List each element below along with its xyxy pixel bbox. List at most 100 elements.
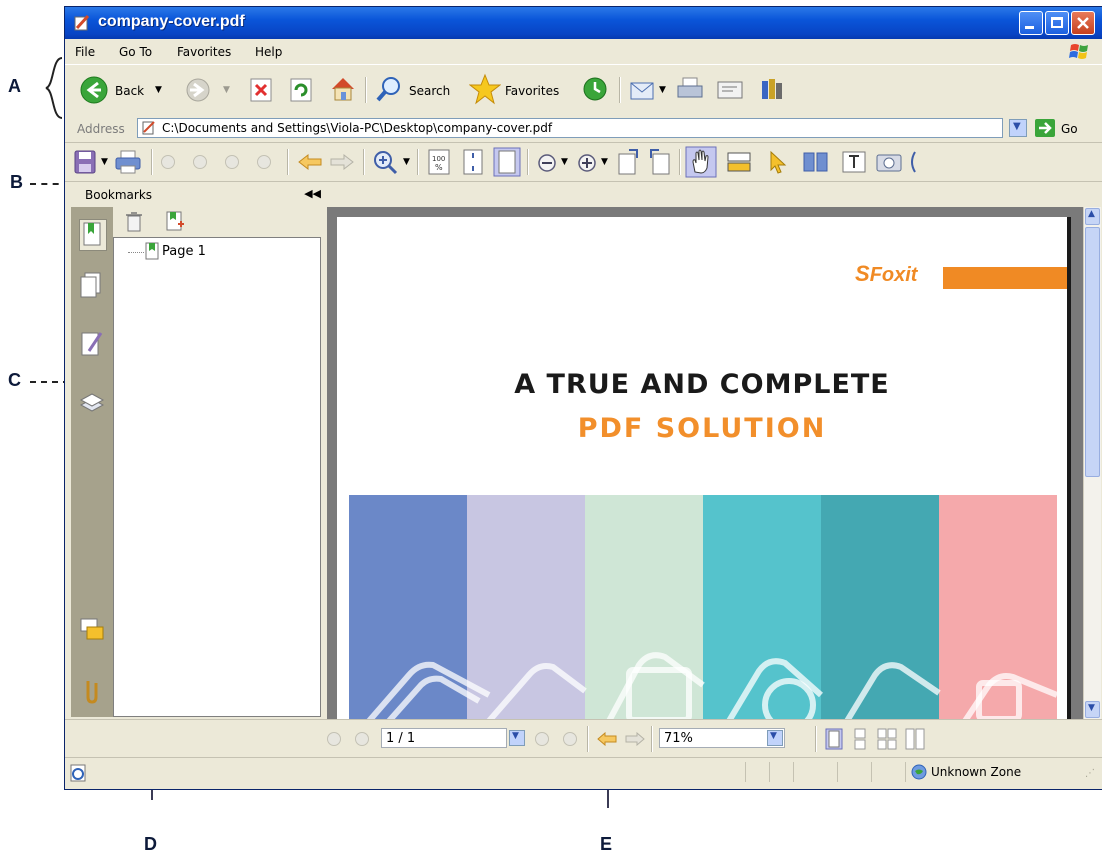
page-dropdown-button[interactable]: ▼ [509,730,525,746]
tab-layers[interactable] [79,387,105,417]
zoom-plus-icon[interactable] [577,153,597,173]
zoom-plus-dropdown-icon[interactable]: ▼ [601,157,608,167]
add-bookmark-icon[interactable] [165,210,185,232]
print-icon[interactable] [675,75,705,103]
previous-view-icon[interactable] [597,732,617,746]
facing-page-icon[interactable] [877,728,897,750]
address-input[interactable]: C:\Documents and Settings\Viola-PC\Deskt… [137,118,1003,138]
first-page-icon[interactable] [161,155,175,169]
forward-dropdown-icon[interactable]: ▼ [223,85,230,95]
save-dropdown-icon[interactable]: ▼ [101,157,108,167]
toolbar-separator [587,726,589,752]
history-icon[interactable] [581,75,609,103]
rotate-right-icon[interactable] [647,148,673,176]
title-bar[interactable]: company-cover.pdf [65,7,1102,39]
zoom-dropdown-icon[interactable]: ▼ [403,157,410,167]
close-button[interactable] [1071,11,1095,35]
snapshot-icon[interactable] [875,149,903,175]
select-text-icon[interactable] [725,149,755,175]
foxit-toolbar: ▼ ▼ 100 % ▼ ▼ [65,143,1102,182]
zoom-out-dropdown-icon[interactable]: ▼ [561,157,568,167]
stop-icon[interactable] [249,77,273,103]
menu-go-to[interactable]: Go To [119,45,152,59]
more-tools-icon[interactable] [907,149,917,175]
refresh-icon[interactable] [289,77,313,103]
back-icon[interactable] [79,75,109,105]
tab-pages[interactable] [79,271,105,301]
minimize-icon [1025,26,1034,29]
save-icon[interactable] [73,149,97,175]
home-icon[interactable] [329,75,357,103]
next-view-icon[interactable] [625,732,645,746]
delete-bookmark-icon[interactable] [125,211,143,233]
resize-grip-icon[interactable]: ⋰ [1085,768,1095,779]
favorites-label[interactable]: Favorites [505,84,559,98]
tab-annotations[interactable] [79,329,105,359]
foxit-swoosh-icon: S [855,261,870,286]
edit-icon[interactable] [715,77,745,103]
menu-help[interactable]: Help [255,45,282,59]
hand-tool-icon[interactable] [685,146,717,178]
continuous-page-icon[interactable] [851,728,869,750]
fit-page-icon[interactable] [461,148,485,176]
scroll-up-button[interactable]: ▲ [1085,208,1100,225]
minimize-button[interactable] [1019,11,1043,35]
forward-icon[interactable] [185,77,211,103]
previous-page-button[interactable] [355,732,369,746]
zoom-out-icon[interactable] [537,153,557,173]
go-label[interactable]: Go [1061,122,1078,136]
mail-icon[interactable] [629,77,661,103]
tab-bookmarks[interactable] [79,219,107,251]
page-number-field[interactable]: 1 / 1 [381,728,507,748]
menu-favorites[interactable]: Favorites [177,45,231,59]
last-page-button[interactable] [563,732,577,746]
zoom-in-icon[interactable] [371,148,399,176]
search-icon[interactable] [375,75,403,103]
first-page-button[interactable] [327,732,341,746]
last-page-icon[interactable] [257,155,271,169]
select-arrow-icon[interactable] [767,149,791,175]
next-page-icon[interactable] [225,155,239,169]
back-label[interactable]: Back [115,84,144,98]
single-page-icon[interactable] [825,728,843,750]
search-label[interactable]: Search [409,84,450,98]
go-arrow-icon [1039,122,1052,134]
previous-page-icon[interactable] [193,155,207,169]
bookmarks-icon [83,222,101,246]
zoom-dropdown-button[interactable]: ▼ [767,730,783,746]
tab-attachments[interactable] [79,675,105,705]
vertical-scrollbar[interactable]: ▲ ▼ [1083,207,1101,719]
text-tool-icon[interactable] [841,149,867,175]
favorites-icon[interactable] [469,73,501,105]
address-dropdown-button[interactable]: ▼ [1009,119,1027,137]
windows-logo-icon [1069,44,1088,59]
maximize-button[interactable] [1045,11,1069,35]
menu-bar: File Go To Favorites Help [65,40,1102,64]
toolbar-separator [363,149,365,175]
menu-file[interactable]: File [75,45,95,59]
bookmark-item-page-1[interactable]: Page 1 [162,244,206,259]
actual-size-icon[interactable]: 100 % [427,148,451,176]
continuous-facing-icon[interactable] [905,728,925,750]
back-dropdown-icon[interactable]: ▼ [155,85,162,95]
scroll-thumb[interactable] [1085,227,1100,477]
print-icon[interactable] [113,149,143,175]
fit-width-icon[interactable] [493,147,521,177]
go-button[interactable] [1035,119,1055,137]
tab-comments[interactable] [79,615,105,645]
previous-view-icon[interactable] [297,153,323,171]
cover-stripes [349,495,1057,719]
next-view-icon[interactable] [329,153,355,171]
pdf-page[interactable]: SFoxit A TRUE AND COMPLETE PDF SOLUTION [337,217,1071,719]
mail-dropdown-icon[interactable]: ▼ [659,85,666,95]
find-icon[interactable] [801,149,831,175]
toolbar-separator [679,149,681,175]
next-page-button[interactable] [535,732,549,746]
collapse-pane-icon[interactable]: ◀◀ [304,187,321,200]
rotate-left-icon[interactable] [615,148,641,176]
research-icon[interactable] [759,75,789,103]
scroll-down-button[interactable]: ▼ [1085,701,1100,718]
chevron-down-icon: ▼ [512,731,519,741]
status-cell [871,762,872,782]
callout-b: B [10,172,23,192]
